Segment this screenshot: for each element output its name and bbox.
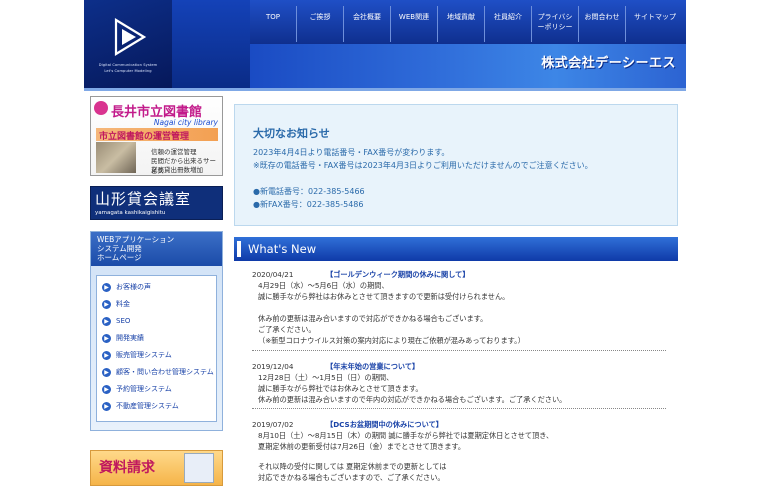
logo-tagline-1: Digital Communication System bbox=[98, 63, 158, 67]
news-line: 対応できかねる場合もございますので、ご了承ください。 bbox=[258, 473, 445, 482]
document-icon bbox=[184, 453, 214, 483]
menu-item-crm[interactable]: ▶ 顧客・問い合わせ管理システム bbox=[102, 365, 214, 379]
nav-staff[interactable]: 社員紹介 bbox=[485, 0, 531, 44]
nav-company[interactable]: 会社概要 bbox=[344, 0, 390, 44]
menu-item-label: お客様の声 bbox=[116, 283, 151, 291]
notice-line: ※既存の電話番号・FAX番号は2023年4月3日よりご利用いただけませんのでご注… bbox=[253, 161, 593, 170]
arrow-right-icon: ▶ bbox=[102, 299, 111, 309]
library-subtitle: Nagai city library bbox=[153, 118, 218, 127]
news-title[interactable]: 【DCSお盆期間中の休みについて】 bbox=[326, 420, 443, 430]
document-request-banner[interactable]: 資料請求 bbox=[90, 450, 223, 486]
header-divider bbox=[84, 88, 686, 91]
news-title[interactable]: 【ゴールデンウィーク期間の休みに関して】 bbox=[326, 270, 470, 280]
service-menu-list: ▶ お客様の声 ▶ 料金 ▶ SEO ▶ 開発実績 ▶ 販売管理システム ▶ 顧… bbox=[96, 275, 217, 422]
news-line: 夏期定休前の更新受付は7月26日（金）までとさせて頂きます。 bbox=[258, 442, 466, 451]
menu-item-label: 開発実績 bbox=[116, 334, 144, 342]
yamagata-title: 山形貸会議室 bbox=[95, 190, 192, 208]
menu-heading-line: WEBアプリケーション bbox=[97, 235, 175, 244]
menu-heading-line: ホームページ bbox=[97, 253, 142, 262]
service-menu: WEBアプリケーション システム開発 ホームページ ▶ お客様の声 ▶ 料金 ▶… bbox=[90, 231, 223, 431]
news-title[interactable]: 【年末年始の営業について】 bbox=[326, 362, 419, 372]
page: Digital Communication System Let's Compu… bbox=[84, 0, 686, 486]
menu-item-reservation[interactable]: ▶ 予約管理システム bbox=[102, 382, 172, 396]
service-menu-heading: WEBアプリケーション システム開発 ホームページ bbox=[91, 232, 222, 266]
news-date: 2019/12/04 bbox=[252, 362, 294, 371]
news-divider bbox=[252, 350, 666, 351]
menu-item-seo[interactable]: ▶ SEO bbox=[102, 314, 130, 328]
nav-contact[interactable]: お問合わせ bbox=[579, 0, 625, 44]
menu-item-label: 顧客・問い合わせ管理システム bbox=[116, 368, 214, 376]
notice-phone: ●新電話番号：022-385-5466 bbox=[253, 187, 365, 196]
menu-item-label: 不動産管理システム bbox=[116, 402, 179, 410]
menu-item-voice[interactable]: ▶ お客様の声 bbox=[102, 280, 151, 294]
news-line: ご了承ください。 bbox=[258, 325, 316, 334]
news-line: 4月29日（水）～5月6日（水）の期間、 bbox=[258, 281, 389, 290]
nav-greeting[interactable]: ご挨拶 bbox=[297, 0, 343, 44]
header-accent bbox=[172, 0, 250, 88]
menu-item-label: 予約管理システム bbox=[116, 385, 172, 393]
menu-item-label: SEO bbox=[116, 317, 131, 325]
yamagata-subtitle: yamagata kashikaigishitu bbox=[95, 210, 166, 216]
nav-privacy[interactable]: プライバシーポリシー bbox=[532, 0, 578, 44]
arrow-right-icon: ▶ bbox=[102, 316, 111, 326]
whats-new-heading: What's New bbox=[234, 237, 678, 261]
news-date: 2020/04/21 bbox=[252, 270, 294, 279]
library-line: 業務貸出冊数増加 bbox=[151, 166, 203, 174]
yamagata-banner[interactable]: 山形貸会議室 yamagata kashikaigishitu bbox=[90, 186, 223, 220]
news-line: 12月28日（土）～1月5日（日）の期間、 bbox=[258, 373, 394, 382]
main-nav: TOP ご挨拶 会社概要 WEB関連 地域貢献 社員紹介 プライバシーポリシー … bbox=[250, 0, 686, 44]
arrow-right-icon: ▶ bbox=[102, 367, 111, 377]
arrow-right-icon: ▶ bbox=[102, 350, 111, 360]
library-strip: 市立図書館の運営管理 bbox=[96, 128, 218, 142]
menu-item-works[interactable]: ▶ 開発実績 bbox=[102, 331, 144, 345]
document-request-title: 資料請求 bbox=[99, 460, 155, 476]
menu-item-realestate[interactable]: ▶ 不動産管理システム bbox=[102, 399, 179, 413]
library-photo bbox=[96, 142, 136, 173]
dcs-logo-icon bbox=[114, 18, 146, 56]
arrow-right-icon: ▶ bbox=[102, 282, 111, 292]
library-banner[interactable]: 長井市立図書館 Nagai city library 市立図書館の運営管理 信頼… bbox=[90, 96, 223, 176]
library-icon bbox=[94, 101, 108, 115]
nav-sitemap[interactable]: サイトマップ bbox=[626, 0, 684, 44]
notice-line: 2023年4月4日より電話番号・FAX番号が変わります。 bbox=[253, 148, 450, 157]
arrow-right-icon: ▶ bbox=[102, 401, 111, 411]
menu-heading-line: システム開発 bbox=[97, 244, 142, 253]
library-strip-label: 市立図書館の運営管理 bbox=[99, 132, 190, 142]
news-line: 8月10日（土）～8月15日（木）の期間 誠に勝手ながら弊社では夏期定休日とさせ… bbox=[258, 431, 554, 440]
menu-item-label: 販売管理システム bbox=[116, 351, 172, 359]
news-line: それ以降の受付に関しては 夏期定休前までの更新としては bbox=[258, 462, 447, 471]
menu-item-price[interactable]: ▶ 料金 bbox=[102, 297, 130, 311]
news-date: 2019/07/02 bbox=[252, 420, 294, 429]
news-line: （※新型コロナウイルス対策の案内対応により現在ご依頼が混みあっております。） bbox=[258, 336, 525, 345]
news-line: 休み前の更新は混み合いますので対応ができかねる場合もございます。 bbox=[258, 314, 488, 323]
news-divider bbox=[252, 408, 666, 409]
news-line: 誠に勝手ながら弊社ではお休みとさせて頂きます。 bbox=[258, 384, 423, 393]
notice-fax: ●新FAX番号：022-385-5486 bbox=[253, 200, 364, 209]
arrow-right-icon: ▶ bbox=[102, 384, 111, 394]
header: Digital Communication System Let's Compu… bbox=[84, 0, 686, 91]
nav-top[interactable]: TOP bbox=[250, 0, 296, 44]
news-line: 誠に勝手ながら弊社はお休みとさせて頂きますので更新は受付けられません。 bbox=[258, 292, 510, 301]
notice-title: 大切なお知らせ bbox=[253, 127, 330, 140]
logo-tagline-2: Let's Computer Modeling bbox=[104, 69, 152, 73]
important-notice: 大切なお知らせ 2023年4月4日より電話番号・FAX番号が変わります。 ※既存… bbox=[234, 104, 678, 226]
site-logo[interactable]: Digital Communication System Let's Compu… bbox=[84, 0, 172, 88]
nav-community[interactable]: 地域貢献 bbox=[438, 0, 484, 44]
menu-item-label: 料金 bbox=[116, 300, 130, 308]
news-line: 休み前の更新は混み合いますので年内の対応ができかねる場合もございます。ご了承くだ… bbox=[258, 395, 567, 404]
nav-web[interactable]: WEB関連 bbox=[391, 0, 437, 44]
company-name: 株式会社デーシーエス bbox=[541, 56, 676, 71]
arrow-right-icon: ▶ bbox=[102, 333, 111, 343]
menu-item-sales[interactable]: ▶ 販売管理システム bbox=[102, 348, 172, 362]
